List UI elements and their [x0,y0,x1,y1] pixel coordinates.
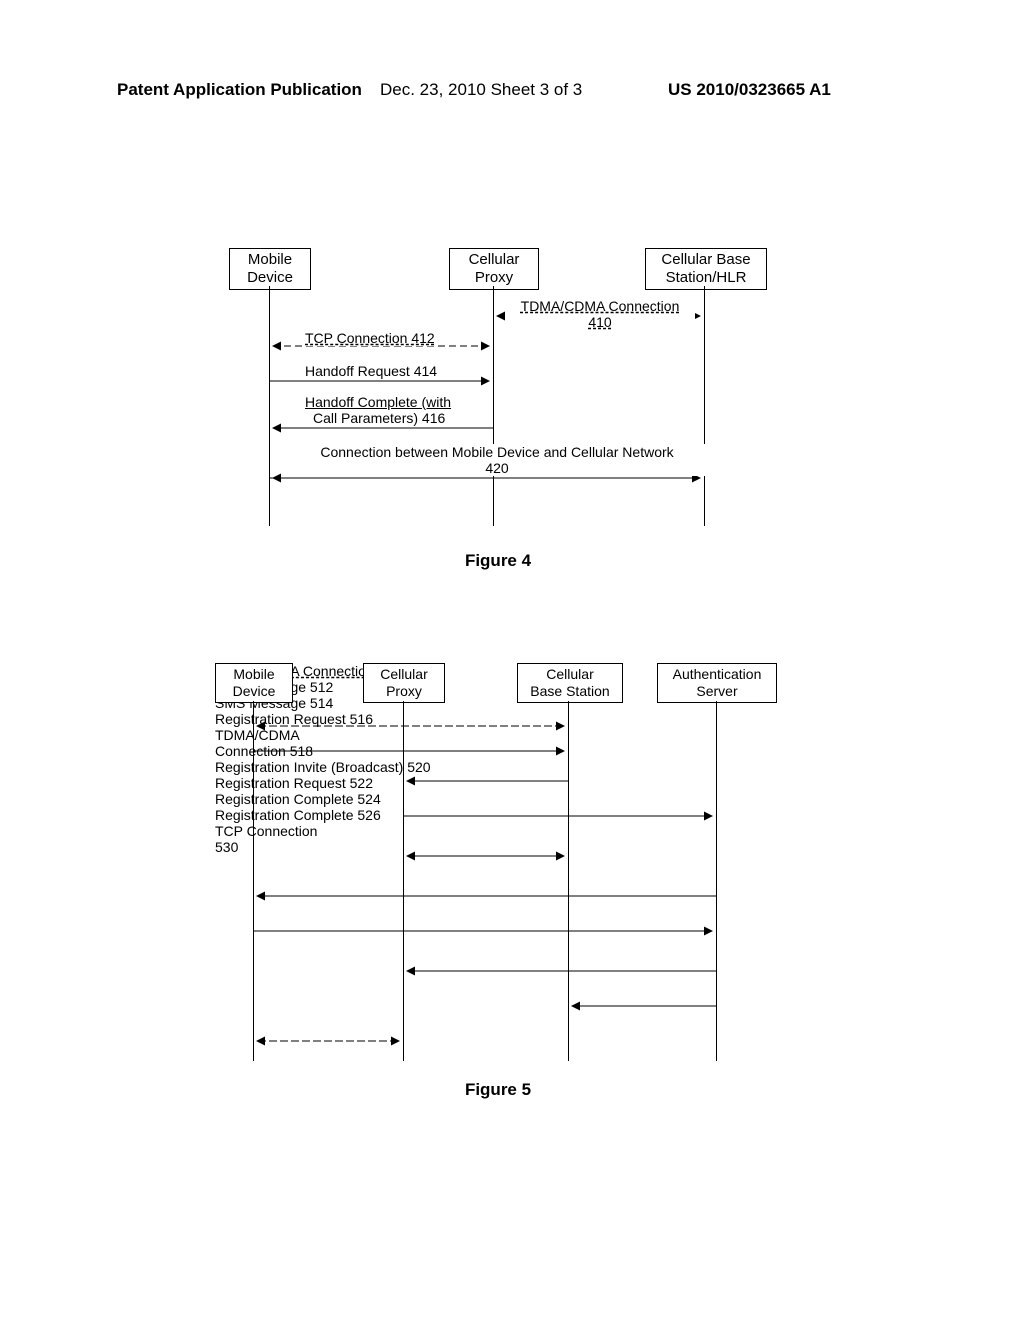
fig5-proxy-box: CellularProxy [363,663,445,703]
fig5-title: Figure 5 [438,1080,558,1100]
fig4-msg-416a: Handoff Complete (with [305,394,451,410]
fig4-msg-420: Connection between Mobile Device and Cel… [287,444,707,476]
header-left: Patent Application Publication [117,80,362,100]
fig4-msg-416b: Call Parameters) 416 [313,410,445,426]
fig4-arrows [215,286,782,526]
header-center: Dec. 23, 2010 Sheet 3 of 3 [380,80,582,100]
fig5-base-box: CellularBase Station [517,663,623,703]
fig4-msg-414: Handoff Request 414 [305,363,437,379]
fig5-arrows [215,701,782,1061]
header-right: US 2010/0323665 A1 [668,80,831,100]
fig4-base-box: Cellular BaseStation/HLR [645,248,767,290]
fig4-title: Figure 4 [438,551,558,571]
fig4-mobile-box: MobileDevice [229,248,311,290]
fig4-proxy-box: CellularProxy [449,248,539,290]
fig5-mobile-box: MobileDevice [215,663,293,703]
figure-5: MobileDevice CellularProxy CellularBase … [215,663,782,855]
fig4-msg-410: TDMA/CDMA Connection410 [505,298,695,330]
fig5-auth-box: AuthenticationServer [657,663,777,703]
fig4-msg-412: TCP Connection 412 [305,330,435,346]
